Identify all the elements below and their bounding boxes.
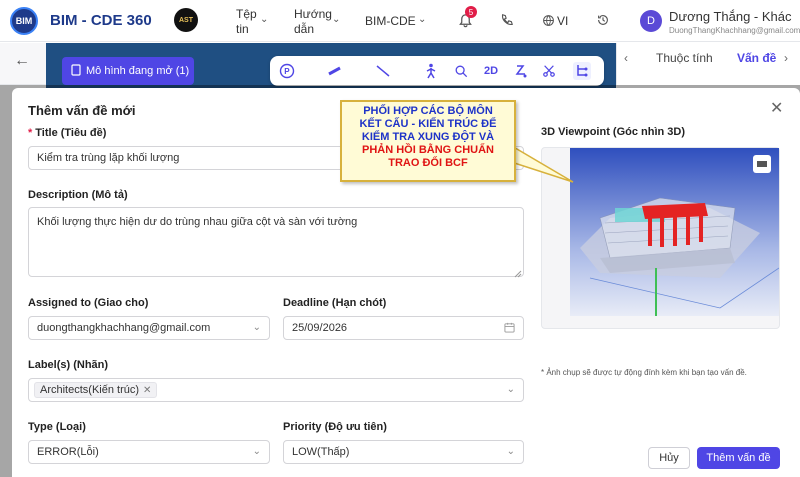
cube-icon (71, 64, 81, 79)
scissors-icon[interactable] (540, 62, 558, 80)
cancel-button[interactable]: Hủy (648, 447, 690, 469)
user-email: DuongThangKhachhang@gmail.com (669, 26, 800, 35)
language-selector[interactable]: VI (557, 14, 568, 29)
menu-guide-label-1: Hướng (294, 7, 332, 21)
view-2d-button[interactable]: 2D (480, 62, 502, 80)
viewer-toolbar: P 2D (270, 56, 604, 86)
history-icon[interactable] (593, 10, 613, 30)
menu-file-label-2: tin (236, 22, 249, 36)
callout-box: PHỐI HỢP CÁC BỘ MÔN KẾT CẤU - KIẾN TRÚC … (340, 100, 516, 182)
assigned-select[interactable]: duongthangkhachhang@gmail.com ⌄ (28, 316, 270, 340)
chevron-down-icon[interactable]: ⌄ (260, 14, 268, 25)
close-icon[interactable]: ✕ (770, 98, 783, 118)
globe-icon[interactable] (538, 10, 558, 30)
brand-title[interactable]: BIM - CDE 360 (50, 12, 152, 29)
partner-logo: AST (174, 8, 198, 32)
section-icon[interactable] (512, 62, 530, 80)
open-models-label: Mô hình đang mở (1) (86, 65, 190, 77)
chevron-down-icon: ⌄ (506, 384, 515, 395)
labels-select[interactable]: Architects(Kiến trúc) ✕ ⌄ (28, 378, 524, 402)
menu-file[interactable]: Tệp tin (236, 7, 257, 37)
callout-line-4: PHẢN HỒI BẰNG CHUẨN (362, 144, 494, 156)
panel-prev-icon[interactable]: ‹ (624, 51, 628, 65)
title-label: * Title (Tiêu đề) (28, 127, 107, 139)
description-textarea[interactable]: Khối lượng thực hiện dư do trùng nhau gi… (28, 207, 524, 277)
walk-icon[interactable] (422, 62, 440, 80)
priority-select[interactable]: LOW(Thấp) ⌄ (283, 440, 524, 464)
callout-line-1: PHỐI HỢP CÁC BỘ MÔN (363, 105, 493, 117)
remove-chip-icon[interactable]: ✕ (143, 385, 151, 396)
chevron-down-icon[interactable]: ⌄ (332, 14, 340, 25)
parking-icon[interactable]: P (278, 62, 296, 80)
chevron-down-icon: ⌄ (252, 322, 261, 333)
tab-issues[interactable]: Vấn đề (737, 51, 776, 65)
viewpoint-note: * Ảnh chụp sẽ được tự động đính kèm khi … (541, 368, 747, 377)
measure-icon[interactable] (326, 62, 344, 80)
priority-label: Priority (Độ ưu tiên) (283, 421, 387, 433)
callout-annotation: PHỐI HỢP CÁC BỘ MÔN KẾT CẤU - KIẾN TRÚC … (340, 100, 516, 182)
back-arrow-icon[interactable]: ← (14, 52, 30, 70)
menu-guide[interactable]: Hướng dẫn (294, 7, 332, 37)
type-select[interactable]: ERROR(Lỗi) ⌄ (28, 440, 270, 464)
deadline-value: 25/09/2026 (292, 322, 348, 334)
description-label: Description (Mô tả) (28, 189, 128, 201)
chevron-down-icon: ⌄ (506, 446, 515, 457)
menu-file-label-1: Tệp (236, 7, 257, 21)
notification-badge: 5 (465, 6, 477, 18)
label-chip: Architects(Kiến trúc) ✕ (34, 382, 158, 398)
search-icon[interactable] (452, 62, 470, 80)
resize-handle-icon[interactable] (514, 267, 522, 278)
tree-icon[interactable] (573, 62, 591, 80)
priority-value: LOW(Thấp) (292, 446, 350, 458)
user-name[interactable]: Dương Thắng - Khác (669, 9, 792, 24)
chevron-down-icon: ⌄ (252, 446, 261, 457)
type-label: Type (Loại) (28, 421, 86, 433)
add-issue-button[interactable]: Thêm vấn đề (697, 447, 780, 469)
menu-bimcde[interactable]: BIM-CDE (365, 14, 416, 29)
menu-guide-label-2: dẫn (294, 22, 315, 36)
assigned-value: duongthangkhachhang@gmail.com (37, 322, 211, 334)
calendar-icon[interactable] (504, 322, 515, 336)
deadline-label: Deadline (Hạn chót) (283, 297, 387, 309)
callout-line-5: TRAO ĐỔI BCF (388, 157, 468, 169)
chevron-down-icon[interactable]: ⌄ (418, 14, 426, 25)
tab-properties[interactable]: Thuộc tính (656, 51, 713, 65)
assigned-label: Assigned to (Giao cho) (28, 297, 149, 309)
callout-line-3: KIỂM TRA XUNG ĐỘT VÀ (361, 131, 495, 143)
line-icon[interactable] (374, 62, 392, 80)
labels-label: Label(s) (Nhãn) (28, 359, 109, 371)
panel-next-icon[interactable]: › (784, 51, 788, 65)
viewpoint-label: 3D Viewpoint (Góc nhìn 3D) (541, 126, 686, 138)
phone-icon[interactable] (497, 10, 517, 30)
modal-title: Thêm vấn đề mới (28, 103, 136, 118)
viewpoint-snapshot (570, 148, 779, 316)
deadline-input[interactable]: 25/09/2026 (283, 316, 524, 340)
svg-text:P: P (284, 67, 290, 76)
app-logo[interactable]: BIM (10, 7, 38, 35)
open-models-button[interactable]: Mô hình đang mở (1) (62, 57, 194, 85)
label-chip-text: Architects(Kiến trúc) (40, 384, 140, 396)
callout-line-2: KẾT CẤU - KIẾN TRÚC ĐỂ (359, 118, 497, 130)
avatar[interactable]: D (640, 10, 662, 32)
type-value: ERROR(Lỗi) (37, 446, 99, 458)
